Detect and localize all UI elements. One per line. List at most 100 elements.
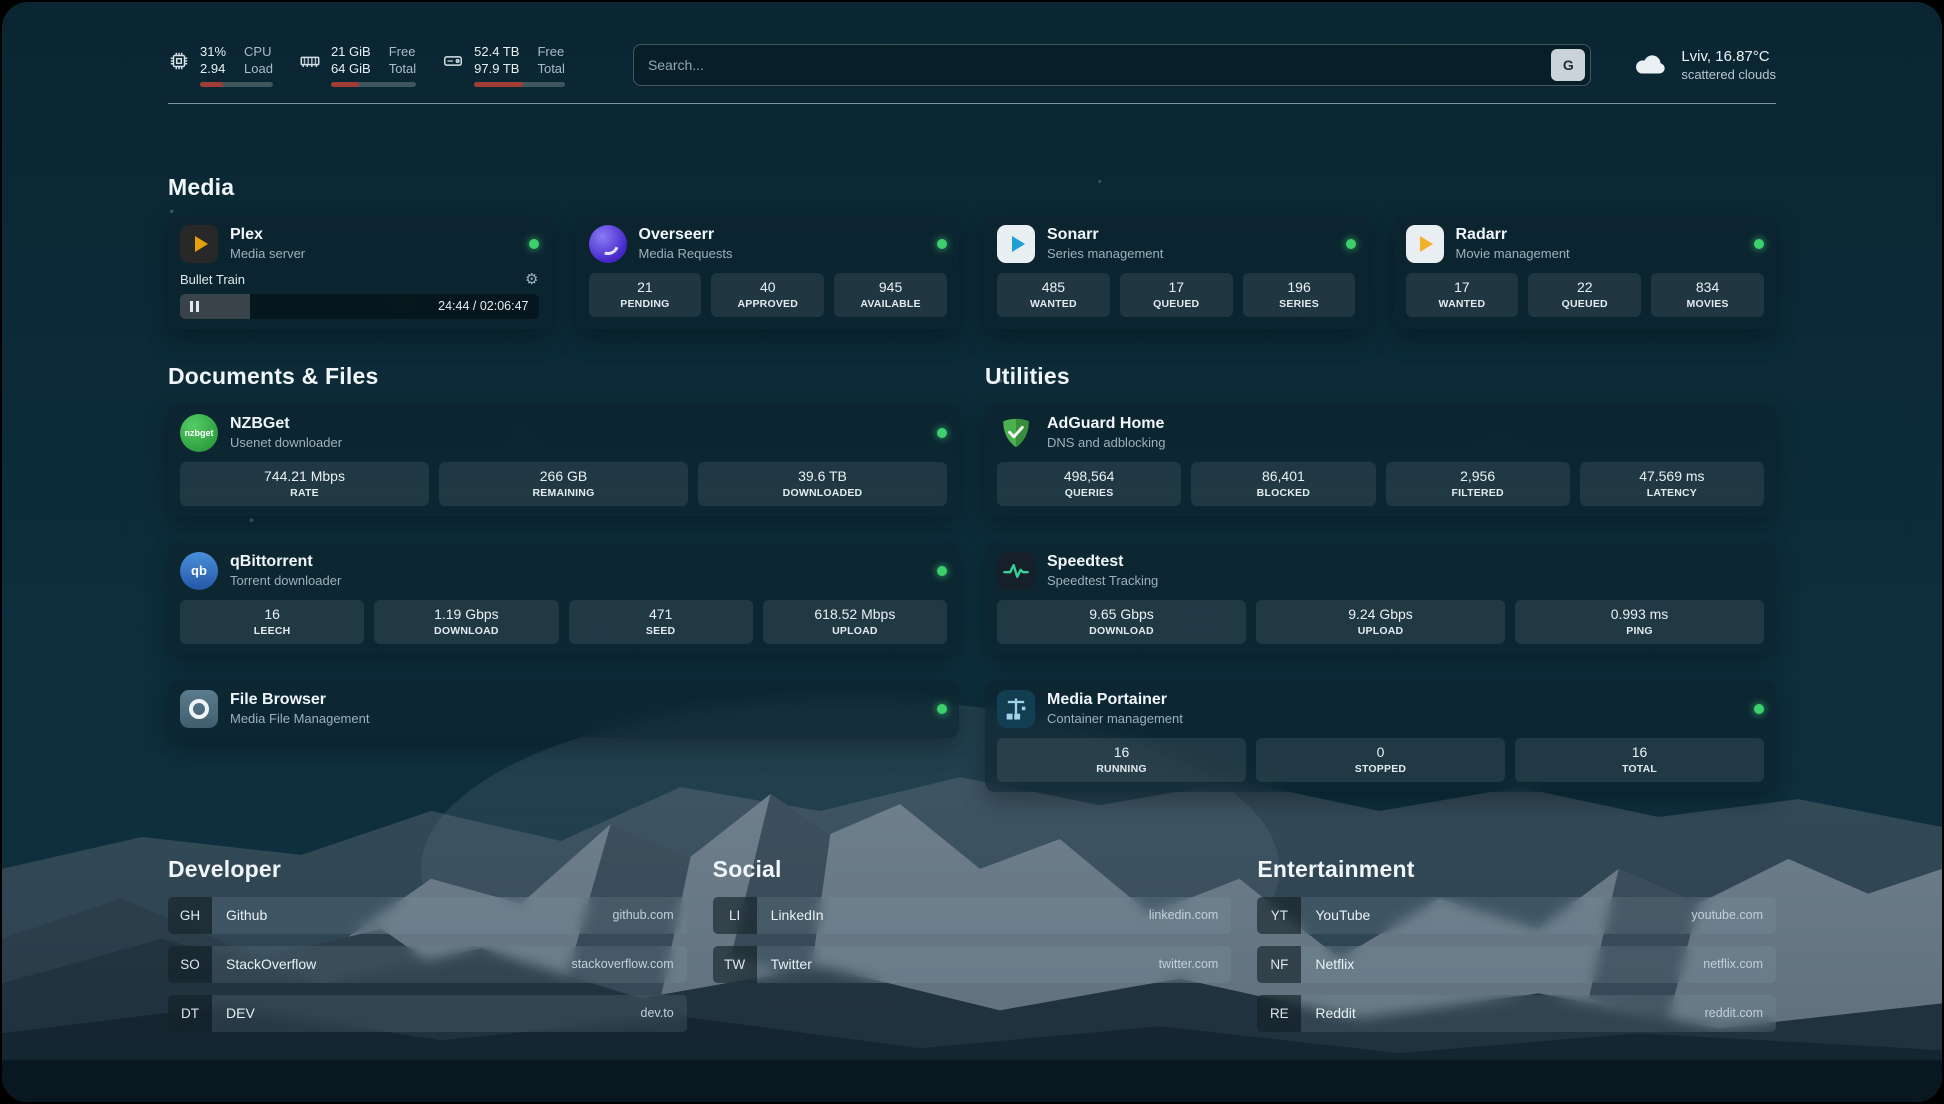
service-card-sonarr[interactable]: Sonarr Series management 485 WANTED 17 Q… (985, 215, 1368, 329)
section-utilities: Utilities (985, 363, 1776, 792)
stat-block: 40 APPROVED (711, 273, 824, 317)
stat-block: 0 STOPPED (1256, 738, 1505, 782)
bookmark-name: LinkedIn (757, 897, 824, 934)
service-desc: Torrent downloader (230, 573, 341, 588)
bookmark-abbr: TW (713, 946, 757, 983)
bookmark-abbr: NF (1257, 946, 1301, 983)
section-title-media: Media (168, 174, 1776, 201)
bookmark-dev[interactable]: DT DEV dev.to (168, 995, 687, 1032)
stat-block: 485 WANTED (997, 273, 1110, 317)
service-name: qBittorrent (230, 553, 341, 571)
status-dot (937, 566, 947, 576)
stat-block: 744.21 Mbps RATE (180, 462, 429, 506)
search-provider-button[interactable]: G (1551, 49, 1585, 81)
bookmark-url: reddit.com (1705, 995, 1776, 1032)
service-card-portainer[interactable]: Media Portainer Container management 16 … (985, 680, 1776, 792)
bookmark-group-title: Entertainment (1257, 856, 1776, 883)
service-card-radarr[interactable]: Radarr Movie management 17 WANTED 22 QUE… (1394, 215, 1777, 329)
service-card-nzbget[interactable]: nzbget NZBGet Usenet downloader 744.21 M… (168, 404, 959, 516)
bookmark-group-entertainment: Entertainment YT YouTube youtube.com NF … (1257, 856, 1776, 1044)
bookmark-reddit[interactable]: RE Reddit reddit.com (1257, 995, 1776, 1032)
stat-block: 22 QUEUED (1528, 273, 1641, 317)
service-desc: Media File Management (230, 711, 369, 726)
header-divider (168, 103, 1776, 104)
service-desc: DNS and adblocking (1047, 435, 1166, 450)
search-input[interactable] (634, 57, 1551, 73)
service-card-qbittorrent[interactable]: qb qBittorrent Torrent downloader 16 LEE… (168, 542, 959, 654)
overseerr-icon (589, 225, 627, 263)
bookmark-name: DEV (212, 995, 255, 1032)
service-name: Media Portainer (1047, 691, 1183, 709)
bookmark-github[interactable]: GH Github github.com (168, 897, 687, 934)
bookmark-abbr: SO (168, 946, 212, 983)
bookmark-group-title: Developer (168, 856, 687, 883)
bookmark-url: twitter.com (1159, 946, 1232, 983)
weather-condition: scattered clouds (1681, 67, 1776, 82)
status-dot (529, 239, 539, 249)
stat-block: 0.993 ms PING (1515, 600, 1764, 644)
service-card-overseerr[interactable]: Overseerr Media Requests 21 PENDING 40 A… (577, 215, 960, 329)
stat-block: 16 LEECH (180, 600, 364, 644)
stat-block: 834 MOVIES (1651, 273, 1764, 317)
bookmark-url: netflix.com (1703, 946, 1776, 983)
stat-block: 47.569 ms LATENCY (1580, 462, 1764, 506)
stat-block: 9.24 Gbps UPLOAD (1256, 600, 1505, 644)
service-desc: Container management (1047, 711, 1183, 726)
stat-block: 196 SERIES (1243, 273, 1356, 317)
bookmark-url: dev.to (641, 995, 687, 1032)
disk-widget: 52.4 TB97.9 TB FreeTotal (442, 44, 565, 87)
bookmark-url: github.com (613, 897, 687, 934)
service-name: Plex (230, 226, 305, 244)
stat-block: 2,956 FILTERED (1386, 462, 1570, 506)
memory-values: 21 GiB64 GiB (331, 44, 371, 78)
bookmark-name: Reddit (1301, 995, 1355, 1032)
service-desc: Series management (1047, 246, 1163, 261)
cloud-icon (1633, 51, 1669, 79)
stat-block: 17 WANTED (1406, 273, 1519, 317)
service-desc: Media server (230, 246, 305, 261)
bookmark-twitter[interactable]: TW Twitter twitter.com (713, 946, 1232, 983)
qbittorrent-icon: qb (180, 552, 218, 590)
bookmark-stackoverflow[interactable]: SO StackOverflow stackoverflow.com (168, 946, 687, 983)
bookmark-abbr: YT (1257, 897, 1301, 934)
top-bar: 31%2.94 CPULoad (168, 2, 1776, 87)
section-media: Media Plex Media server Bullet Train (168, 174, 1776, 329)
cpu-usage-bar (200, 82, 273, 87)
disk-usage-bar (474, 82, 565, 87)
bookmark-url: youtube.com (1691, 897, 1776, 934)
disk-values: 52.4 TB97.9 TB (474, 44, 519, 78)
search-bar: G (633, 44, 1591, 86)
status-dot (1346, 239, 1356, 249)
service-card-adguard[interactable]: AdGuard Home DNS and adblocking 498,564 … (985, 404, 1776, 516)
settings-gear-icon[interactable]: ⚙ (525, 272, 538, 287)
now-playing-title: Bullet Train (180, 272, 245, 287)
cpu-labels: CPULoad (244, 44, 273, 78)
bookmark-name: Twitter (757, 946, 812, 983)
service-card-filebrowser[interactable]: File Browser Media File Management (168, 680, 959, 738)
stat-block: 16 TOTAL (1515, 738, 1764, 782)
status-dot (937, 239, 947, 249)
bookmark-abbr: RE (1257, 995, 1301, 1032)
stat-block: 498,564 QUERIES (997, 462, 1181, 506)
media-progress-bar[interactable]: 24:44 / 02:06:47 (180, 294, 539, 319)
service-card-speedtest[interactable]: Speedtest Speedtest Tracking 9.65 Gbps D… (985, 542, 1776, 654)
bookmark-netflix[interactable]: NF Netflix netflix.com (1257, 946, 1776, 983)
service-desc: Movie management (1456, 246, 1570, 261)
weather-widget[interactable]: Lviv, 16.87°C scattered clouds (1633, 48, 1776, 82)
bookmark-abbr: LI (713, 897, 757, 934)
bookmark-youtube[interactable]: YT YouTube youtube.com (1257, 897, 1776, 934)
memory-icon (299, 50, 321, 72)
stat-block: 945 AVAILABLE (834, 273, 947, 317)
stat-block: 618.52 Mbps UPLOAD (763, 600, 947, 644)
cpu-widget: 31%2.94 CPULoad (168, 44, 273, 87)
bookmark-linkedin[interactable]: LI LinkedIn linkedin.com (713, 897, 1232, 934)
service-card-plex[interactable]: Plex Media server Bullet Train ⚙ 24:44 /… (168, 215, 551, 329)
service-desc: Speedtest Tracking (1047, 573, 1158, 588)
stat-block: 86,401 BLOCKED (1191, 462, 1375, 506)
pause-icon[interactable] (190, 301, 199, 312)
status-dot (937, 428, 947, 438)
memory-labels: FreeTotal (389, 44, 416, 78)
bookmark-name: Github (212, 897, 267, 934)
stat-block: 16 RUNNING (997, 738, 1246, 782)
adguard-icon (997, 414, 1035, 452)
